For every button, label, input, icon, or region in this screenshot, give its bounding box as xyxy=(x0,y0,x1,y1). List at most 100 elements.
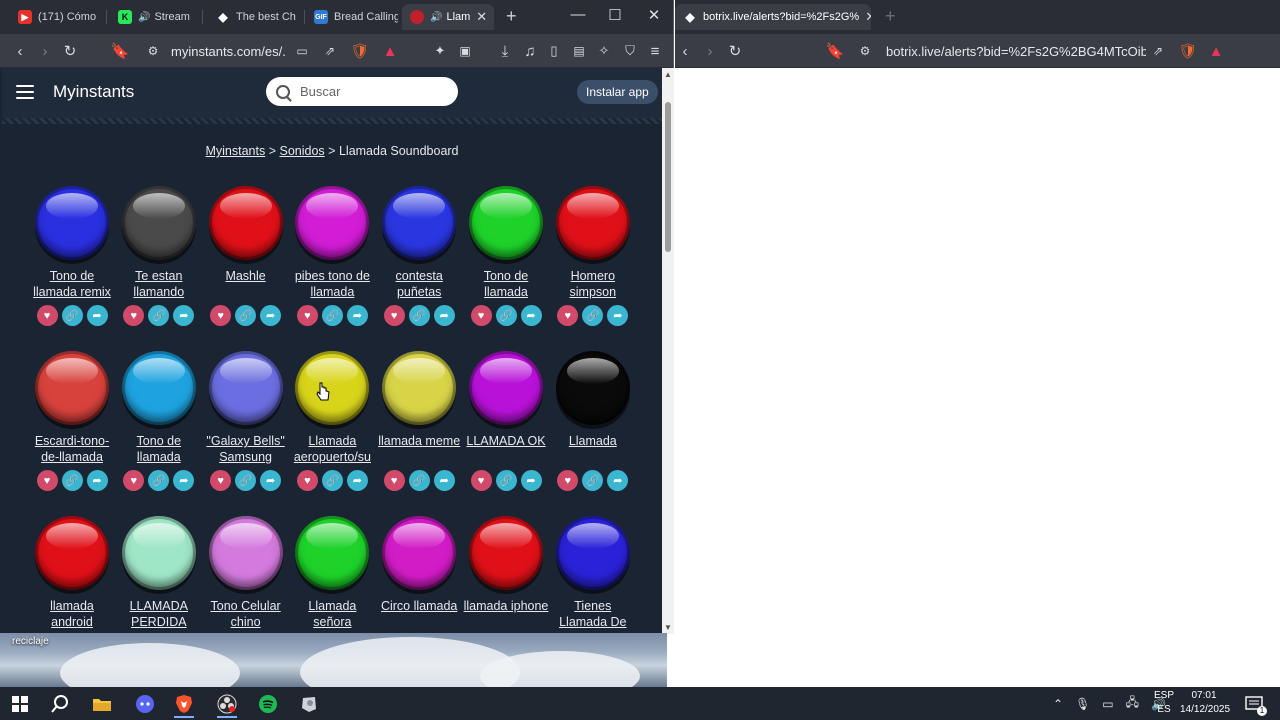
favorite-heart-icon[interactable]: ♥ xyxy=(557,305,579,326)
search-taskbar-button[interactable] xyxy=(42,690,78,718)
sound-title-link[interactable]: Tono de llamada xyxy=(115,433,203,467)
install-app-button[interactable]: Instalar app xyxy=(577,80,658,104)
copy-link-icon[interactable]: 🔗 xyxy=(582,470,604,491)
share-arrow-icon[interactable]: ➦ xyxy=(346,470,368,491)
tab-kick[interactable]: K 🔊 Stream xyxy=(110,4,200,30)
breadcrumb-home[interactable]: Myinstants xyxy=(205,144,265,158)
play-sound-button[interactable] xyxy=(382,351,457,425)
start-button[interactable] xyxy=(2,690,38,718)
play-sound-button[interactable] xyxy=(469,186,543,260)
favorite-heart-icon[interactable]: ♥ xyxy=(383,305,405,326)
favorite-heart-icon[interactable]: ♥ xyxy=(36,305,58,326)
copy-link-icon[interactable]: 🔗 xyxy=(495,470,517,491)
sound-title-link[interactable]: Mashle xyxy=(202,268,290,302)
close-tab-icon[interactable]: ✕ xyxy=(470,9,487,25)
share-arrow-icon[interactable]: ➦ xyxy=(520,470,542,491)
favorite-heart-icon[interactable]: ♥ xyxy=(36,470,58,491)
reload-icon[interactable]: ↻ xyxy=(60,41,80,61)
new-tab-button[interactable]: + xyxy=(506,6,517,27)
share-icon[interactable]: ⇗ xyxy=(320,41,340,61)
share-arrow-icon[interactable]: ➦ xyxy=(173,470,195,491)
site-info-icon[interactable]: ⚙ xyxy=(143,41,163,61)
back-icon[interactable]: ‹ xyxy=(10,41,30,61)
copy-link-icon[interactable]: 🔗 xyxy=(408,305,430,326)
play-sound-button[interactable] xyxy=(35,351,109,425)
chevron-up-icon[interactable]: ⌃ xyxy=(1053,697,1063,711)
sound-title-link[interactable]: Te estan llamando xyxy=(115,268,203,302)
sound-title-link[interactable]: pibes tono de llamada xyxy=(288,268,376,302)
discord-button[interactable] xyxy=(127,690,163,718)
favorite-heart-icon[interactable]: ♥ xyxy=(123,305,145,326)
minimize-button[interactable]: — xyxy=(568,6,588,23)
play-sound-button[interactable] xyxy=(555,351,630,425)
brave-rewards-icon[interactable]: ▲ xyxy=(1206,41,1226,61)
copy-link-icon[interactable]: 🔗 xyxy=(408,470,430,491)
sound-title-link[interactable]: llamada iphone xyxy=(462,598,550,632)
copy-link-icon[interactable]: 🔗 xyxy=(61,305,83,326)
share-arrow-icon[interactable]: ➦ xyxy=(86,470,108,491)
sound-title-link[interactable]: Llamada xyxy=(549,433,637,467)
scroll-down-arrow-icon[interactable]: ▼ xyxy=(664,623,672,632)
copy-link-icon[interactable]: 🔗 xyxy=(148,470,170,491)
share-arrow-icon[interactable]: ➦ xyxy=(173,305,195,326)
breadcrumb-section[interactable]: Sonidos xyxy=(280,144,325,158)
vpn-icon[interactable]: ⛉ xyxy=(620,41,640,61)
share-arrow-icon[interactable]: ➦ xyxy=(607,470,629,491)
copy-link-icon[interactable]: 🔗 xyxy=(235,305,257,326)
site-info-icon[interactable]: ⚙ xyxy=(855,41,875,61)
play-sound-button[interactable] xyxy=(208,516,283,590)
sound-title-link[interactable]: Tono Celular chino xyxy=(202,598,290,632)
favorite-heart-icon[interactable]: ♥ xyxy=(557,470,579,491)
favorite-heart-icon[interactable]: ♥ xyxy=(470,470,492,491)
notifications-button[interactable]: 1 xyxy=(1236,690,1272,718)
brave-taskbar-button[interactable] xyxy=(166,690,202,718)
address-bar[interactable]: myinstants.com/es/... xyxy=(171,44,286,59)
file-explorer-button[interactable] xyxy=(84,690,120,718)
share-arrow-icon[interactable]: ➦ xyxy=(433,305,455,326)
copy-link-icon[interactable]: 🔗 xyxy=(495,305,517,326)
play-sound-button[interactable] xyxy=(295,516,370,590)
brave-rewards-icon[interactable]: ▲ xyxy=(380,41,400,61)
sound-title-link[interactable]: llamada android xyxy=(28,598,116,632)
language-indicator[interactable]: ESP ES xyxy=(1153,689,1175,717)
play-sound-button[interactable] xyxy=(382,516,457,590)
brave-shield-icon[interactable]: 🛡 xyxy=(1178,41,1198,61)
play-sound-button[interactable] xyxy=(555,186,630,260)
cast-icon[interactable]: ▭ xyxy=(292,41,312,61)
sound-title-link[interactable]: LLAMADA OK xyxy=(462,433,550,467)
sound-title-link[interactable]: Circo llamada xyxy=(375,598,463,632)
maximize-button[interactable]: ☐ xyxy=(605,6,625,24)
play-sound-button[interactable] xyxy=(469,516,543,590)
bookmark-icon[interactable]: 🔖 xyxy=(825,41,845,61)
play-sound-button[interactable] xyxy=(121,351,196,425)
tab-youtube[interactable]: ▶ (171) Cómo xyxy=(10,4,105,30)
favorite-heart-icon[interactable]: ♥ xyxy=(210,470,232,491)
media-icon[interactable]: ♫ xyxy=(520,41,540,61)
favorite-heart-icon[interactable]: ♥ xyxy=(296,470,318,491)
bookmark-icon[interactable]: 🔖 xyxy=(110,41,130,61)
scrollbar-thumb[interactable] xyxy=(665,102,671,252)
play-sound-button[interactable] xyxy=(382,186,457,260)
share-arrow-icon[interactable]: ➦ xyxy=(346,305,368,326)
spotify-button[interactable] xyxy=(250,690,286,718)
sound-title-link[interactable]: LLAMADA PERDIDA xyxy=(115,598,203,632)
share-arrow-icon[interactable]: ➦ xyxy=(86,305,108,326)
play-sound-button[interactable] xyxy=(121,516,196,590)
new-tab-button[interactable]: + xyxy=(885,6,896,27)
copy-link-icon[interactable]: 🔗 xyxy=(321,470,343,491)
address-bar[interactable]: botrix.live/alerts?bid=%2Fs2G%2BG4MTcOib… xyxy=(886,44,1146,59)
share-arrow-icon[interactable]: ➦ xyxy=(520,305,542,326)
forward-icon[interactable]: › xyxy=(700,41,720,61)
play-sound-button[interactable] xyxy=(121,186,196,260)
back-icon[interactable]: ‹ xyxy=(675,41,695,61)
sound-title-link[interactable]: "Galaxy Bells" Samsung xyxy=(202,433,290,467)
battery-icon[interactable]: ▭ xyxy=(1102,697,1113,711)
share-arrow-icon[interactable]: ➦ xyxy=(260,305,282,326)
tab-botrix[interactable]: ◆ botrix.live/alerts?bid=%2Fs2G% ✕ xyxy=(675,4,871,30)
copy-link-icon[interactable]: 🔗 xyxy=(148,305,170,326)
wallet-icon[interactable]: ▤ xyxy=(569,41,589,61)
play-sound-button[interactable] xyxy=(295,186,370,260)
leo-ai-icon[interactable]: ✧ xyxy=(594,41,614,61)
sound-title-link[interactable]: Tono de llamada xyxy=(462,268,550,302)
play-sound-button[interactable] xyxy=(295,351,370,425)
